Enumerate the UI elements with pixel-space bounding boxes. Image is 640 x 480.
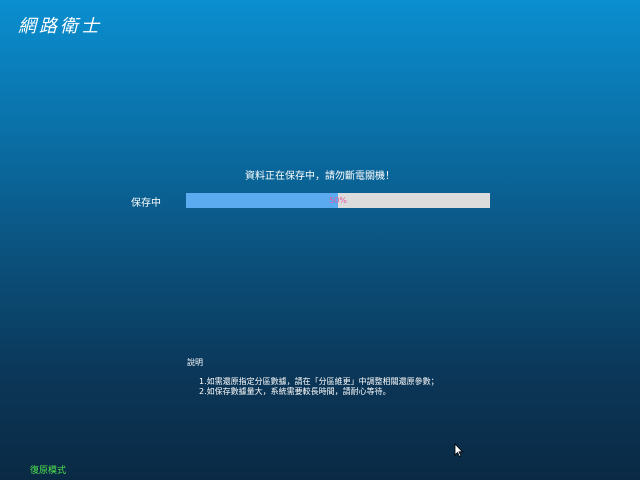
notes-list: 1.如需還原指定分區數據，請在「分區維更」中調整相關還原參數； 2.如保存數據量…	[187, 377, 439, 397]
notes-item: 1.如需還原指定分區數據，請在「分區維更」中調整相關還原參數；	[199, 377, 439, 386]
app-title: 網路衛士	[18, 16, 102, 37]
restore-mode-label: 復原模式	[30, 466, 67, 476]
progress-percent-text: 50%	[329, 196, 347, 205]
notes-section: 說明 1.如需還原指定分區數據，請在「分區維更」中調整相關還原參數； 2.如保存…	[187, 357, 439, 397]
notes-item: 2.如保存數據量大，系統需要較長時間，請耐心等待。	[199, 387, 391, 396]
progress-bar: 50%	[186, 193, 490, 208]
notes-title: 說明	[187, 358, 203, 367]
progress-row: 保存中 50%	[131, 193, 491, 209]
saving-message: 資料正在保存中，請勿斷電關機！	[245, 171, 395, 182]
progress-label: 保存中	[131, 198, 161, 209]
mouse-pointer-icon	[454, 443, 464, 457]
